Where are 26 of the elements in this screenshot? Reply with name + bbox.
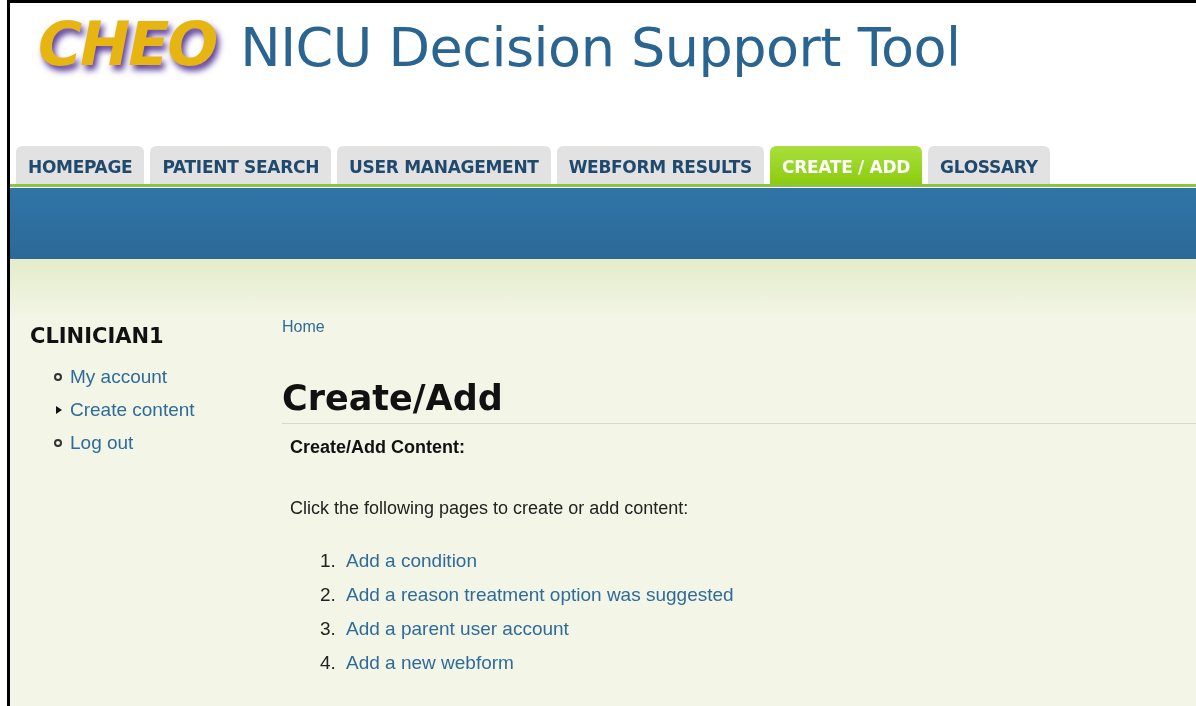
- bullet-icon: [54, 373, 62, 381]
- content-link[interactable]: Add a reason treatment option was suggested: [346, 580, 734, 610]
- logo: CHEO: [38, 11, 217, 77]
- nav-tab[interactable]: USER MANAGEMENT: [337, 145, 551, 184]
- bullet-icon: [54, 439, 62, 447]
- sidebar-title: CLINICIAN1: [30, 323, 165, 350]
- nav-tab[interactable]: HOMEPAGE: [16, 145, 145, 184]
- content-link[interactable]: Add a parent user account: [346, 614, 569, 644]
- page-title: Create/Add: [282, 377, 1196, 424]
- site-title: NICU Decision Support Tool: [240, 21, 961, 75]
- sidebar-link[interactable]: Log out: [70, 428, 134, 458]
- list-number: 1.: [320, 548, 336, 573]
- sidebar-link[interactable]: My account: [70, 362, 168, 392]
- content-link[interactable]: Add a condition: [346, 546, 477, 576]
- collapsed-arrow-icon: [56, 406, 62, 414]
- content-link[interactable]: Add a new webform: [346, 648, 514, 678]
- breadcrumb-link[interactable]: Home: [282, 318, 325, 335]
- intro-text: Click the following pages to create or add content:: [290, 497, 690, 520]
- nav-tab[interactable]: GLOSSARY: [928, 145, 1050, 184]
- nav-tab[interactable]: PATIENT SEARCH: [150, 145, 332, 184]
- sidebar-link[interactable]: Create content: [70, 395, 195, 425]
- content-heading: Create/Add Content:: [290, 436, 466, 459]
- list-number: 2.: [320, 582, 336, 607]
- list-number: 4.: [320, 650, 336, 675]
- list-number: 3.: [320, 616, 336, 641]
- nav-tab[interactable]: WEBFORM RESULTS: [556, 145, 765, 184]
